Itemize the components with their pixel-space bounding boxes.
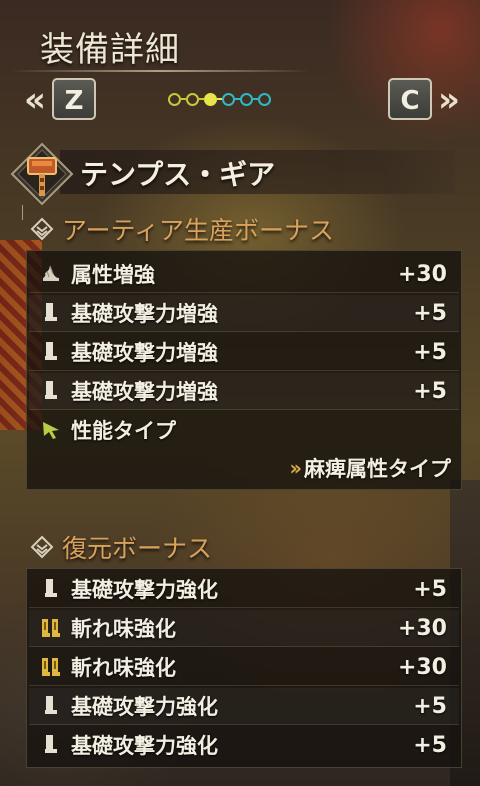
sharpness-icon [39,654,63,680]
artian-bonus-header: アーティア生産ボーナス [30,212,334,246]
attack-blade-icon [39,693,63,719]
page-dot[interactable] [222,92,235,106]
bonus-label: 基礎攻撃力強化 [71,578,218,602]
page-dot[interactable] [186,92,199,106]
bonus-value: +5 [413,339,447,365]
attack-blade-icon [39,576,63,602]
page-title: 装備詳細 [40,30,180,70]
restore-bonus-header: 復元ボーナス [30,530,212,564]
bonus-diamond-icon [30,217,54,241]
list-item[interactable]: 基礎攻撃力増強 +5 [29,373,459,410]
prev-page-key-button[interactable]: Z [52,78,96,120]
bonus-label: 性能タイプ [71,419,176,443]
divider-tick [22,205,23,220]
bonus-label: 基礎攻撃力増強 [71,341,218,365]
list-item[interactable]: 基礎攻撃力強化 +5 [29,571,459,608]
sharpness-icon [39,615,63,641]
nav-next-arrow-icon[interactable]: » [438,80,460,120]
list-item[interactable]: 斬れ味強化 +30 [29,649,459,686]
attack-blade-icon [39,378,63,404]
restore-bonus-panel: 基礎攻撃力強化 +5 斬れ味強化 +30 斬れ味強化 +30 基礎攻撃力強化 +… [26,568,462,768]
next-page-key-button[interactable]: C [388,78,432,120]
equipment-name: テンプス・ギア [80,158,276,191]
attack-blade-icon [39,732,63,758]
attack-blade-icon [39,300,63,326]
page-dot-active[interactable] [204,92,217,106]
hammer-weapon-icon [10,142,74,206]
attack-blade-icon [39,339,63,365]
chevron-right-icon: ›› [289,456,303,480]
bonus-value: +30 [397,261,447,287]
bonus-label: 属性増強 [71,263,155,287]
list-item[interactable]: 性能タイプ [29,412,459,448]
bonus-value: +30 [397,654,447,680]
header-divider [10,70,310,72]
restore-bonus-title: 復元ボーナス [62,534,213,563]
list-item[interactable]: 斬れ味強化 +30 [29,610,459,647]
bonus-value: +5 [413,576,447,602]
bonus-value: +30 [397,615,447,641]
artian-bonus-panel: 属性増強 +30 基礎攻撃力増強 +5 基礎攻撃力増強 +5 基礎攻撃力増強 +… [26,250,462,490]
list-item[interactable]: 基礎攻撃力強化 +5 [29,727,459,763]
type-arrow-icon [39,417,63,443]
bonus-value: +5 [413,378,447,404]
performance-type-text: 麻痺属性タイプ [304,457,451,481]
element-claw-icon [39,261,63,287]
bonus-value: +5 [413,300,447,326]
bonus-label: 基礎攻撃力増強 [71,302,218,326]
page-dot[interactable] [258,92,271,106]
bonus-value: +5 [413,693,447,719]
page-dot[interactable] [240,92,253,106]
list-item[interactable]: 基礎攻撃力強化 +5 [29,688,459,725]
bonus-diamond-icon [30,535,54,559]
list-item[interactable]: 基礎攻撃力増強 +5 [29,295,459,332]
nav-prev-arrow-icon[interactable]: « [24,80,46,120]
bonus-label: 基礎攻撃力増強 [71,380,218,404]
list-item[interactable]: 属性増強 +30 [29,256,459,293]
performance-type-value: ›› 麻痺属性タイプ [290,451,451,485]
bonus-label: 斬れ味強化 [71,617,176,641]
bonus-label: 斬れ味強化 [71,656,176,680]
list-item[interactable]: 基礎攻撃力増強 +5 [29,334,459,371]
background-top-right-glow [330,0,480,150]
bonus-value: +5 [413,732,447,758]
artian-bonus-title: アーティア生産ボーナス [62,216,335,245]
page-indicator [168,89,271,109]
bonus-label: 基礎攻撃力強化 [71,734,218,758]
page-dot[interactable] [168,92,181,106]
bonus-label: 基礎攻撃力強化 [71,695,218,719]
